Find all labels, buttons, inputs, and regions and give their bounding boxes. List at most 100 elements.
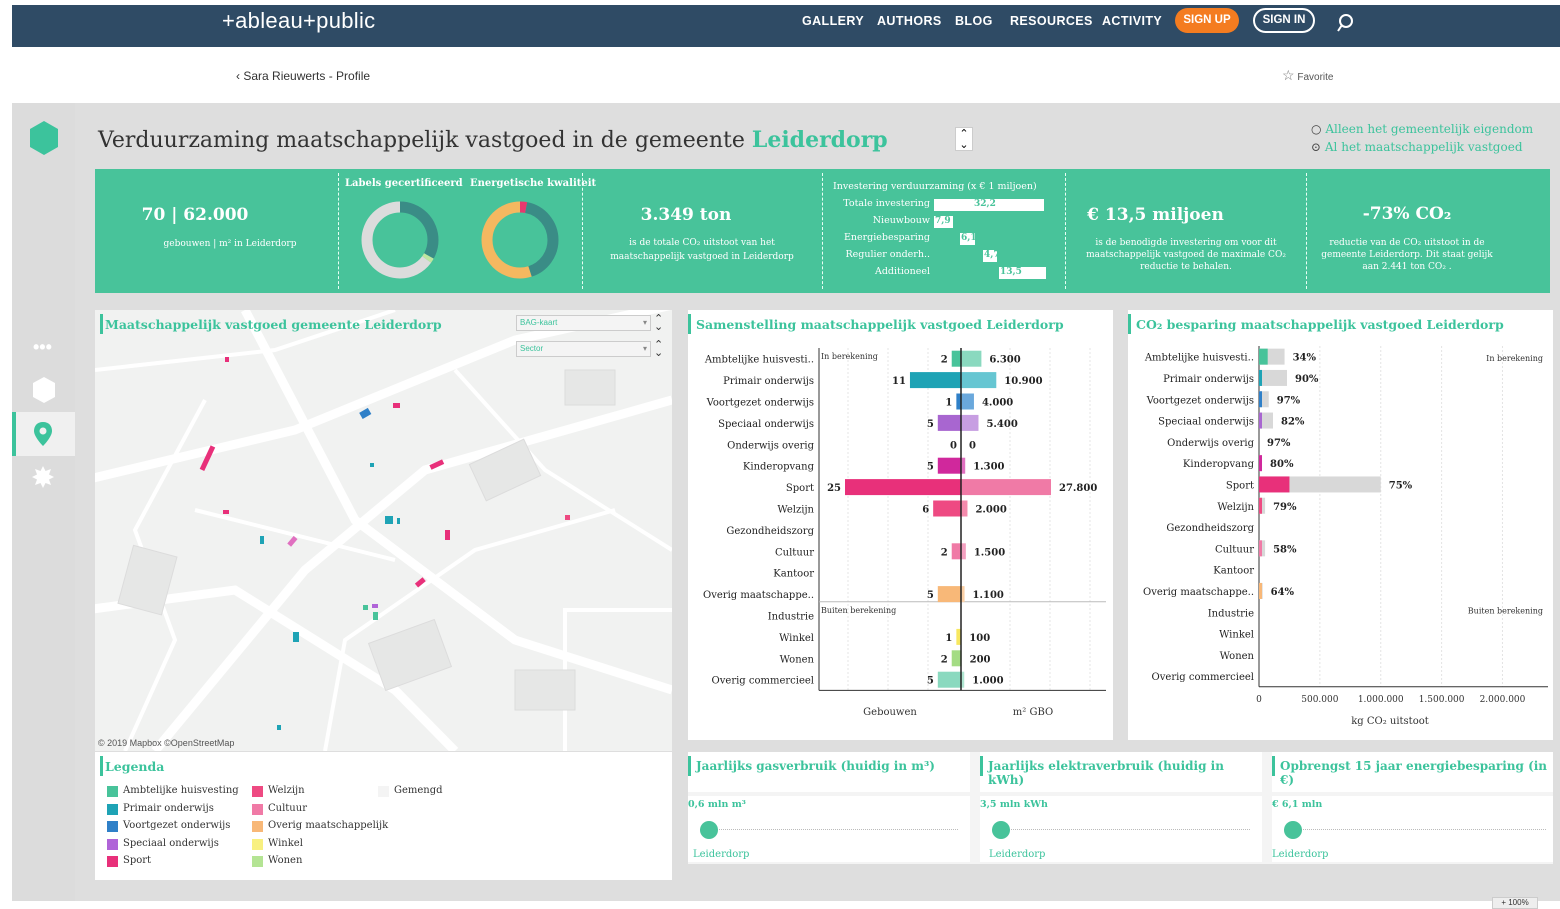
count-bar[interactable] <box>951 543 961 560</box>
kpi-co2-sub: is de totale CO₂ uitstoot van het <box>629 238 775 248</box>
count-label: 2 <box>941 654 948 665</box>
gear-icon[interactable] <box>32 466 54 488</box>
slider-yield-thumb[interactable] <box>1284 821 1302 839</box>
nav-activity-link[interactable]: ACTIVITY <box>1102 14 1162 28</box>
nav-gallery-link[interactable]: GALLERY <box>802 14 864 28</box>
basemap-stepper[interactable]: ⌃ ⌄ <box>654 313 663 332</box>
saving-bar[interactable] <box>1259 476 1290 493</box>
slider-gas-value: 0,6 mln m³ <box>688 799 746 810</box>
saving-bar[interactable] <box>1259 391 1262 408</box>
saving-bar[interactable] <box>1259 582 1262 599</box>
quality-donut-chart[interactable] <box>478 198 562 282</box>
co2-saving-title: CO₂ besparing maatschappelijk vastgoed L… <box>1136 317 1504 332</box>
co2-saving-bar-chart[interactable]: Ambtelijke huisvesti.. 34% Primair onderwi… <box>1128 340 1553 740</box>
count-bar[interactable] <box>933 500 961 517</box>
area-bar[interactable] <box>961 479 1051 496</box>
count-label: 11 <box>892 376 906 387</box>
nav-resources-link[interactable]: RESOURCES <box>1010 14 1093 28</box>
legend-item-label[interactable]: Gemengd <box>394 785 443 796</box>
count-bar[interactable] <box>951 350 961 367</box>
panel-accent <box>1272 756 1275 776</box>
count-bar[interactable] <box>937 586 961 603</box>
total-emission-bar[interactable] <box>1259 369 1287 386</box>
map-pin-icon[interactable] <box>33 421 53 447</box>
co2-saving-panel: CO₂ besparing maatschappelijk vastgoed L… <box>1128 310 1553 740</box>
legend-item-label[interactable]: Speciaal onderwijs <box>123 838 219 849</box>
sign-up-button[interactable]: SIGN UP <box>1175 8 1239 33</box>
slider-elec-location: Leiderdorp <box>989 849 1046 860</box>
legend-item-label[interactable]: Welzijn <box>268 785 305 796</box>
saving-bar[interactable] <box>1259 455 1262 472</box>
area-bar[interactable] <box>961 393 974 410</box>
basemap-dropdown[interactable]: BAG-kaart ▾ <box>516 315 651 331</box>
legend-item-label[interactable]: Wonen <box>268 855 302 866</box>
area-bar[interactable] <box>961 500 968 517</box>
radio-selected-icon: ⊙ <box>1311 140 1322 154</box>
count-bar[interactable] <box>937 457 961 474</box>
count-bar[interactable] <box>937 414 961 431</box>
count-label: 5 <box>927 676 934 687</box>
legend-swatch <box>378 786 389 797</box>
nav-authors-link[interactable]: AUTHORS <box>877 14 942 28</box>
category-label: Primair onderwijs <box>723 376 814 387</box>
map-markers[interactable] <box>95 310 672 751</box>
more-icon[interactable]: ••• <box>33 337 52 358</box>
scroll-stepper[interactable]: ⌃ ⌄ <box>955 127 973 151</box>
zoom-indicator[interactable]: + 100% <box>1492 897 1538 909</box>
legend-item-label[interactable]: Ambtelijke huisvesting <box>123 785 239 796</box>
slider-track[interactable] <box>700 829 958 830</box>
radio-own-property[interactable]: ○ Alleen het gemeentelijk eigendom <box>1311 122 1533 136</box>
legend-item-label[interactable]: Cultuur <box>268 803 307 814</box>
nav-blog-link[interactable]: BLOG <box>955 14 993 28</box>
saving-bar[interactable] <box>1259 369 1262 386</box>
pct-label: 82% <box>1281 417 1305 428</box>
labels-donut-chart[interactable] <box>358 198 442 282</box>
slider-yield-card: € 6,1 mln Leiderdorp <box>1272 796 1553 862</box>
chevron-down-icon: ▾ <box>642 318 647 327</box>
back-to-profile-link[interactable]: ‹ Sara Rieuwerts - Profile <box>236 69 370 83</box>
sector-stepper[interactable]: ⌃ ⌄ <box>654 339 663 358</box>
slider-track[interactable] <box>992 829 1250 830</box>
legend-item-label[interactable]: Overig maatschappelijk <box>268 820 388 831</box>
search-icon[interactable] <box>1336 13 1356 33</box>
pct-label: 79% <box>1273 502 1297 513</box>
area-bar[interactable] <box>961 414 979 431</box>
slider-track[interactable] <box>1284 829 1546 830</box>
area-bar[interactable] <box>961 350 982 367</box>
sector-dropdown[interactable]: Sector ▾ <box>516 341 651 357</box>
saving-bar[interactable] <box>1259 348 1268 365</box>
legend-item-label[interactable]: Voortgezet onderwijs <box>123 820 230 831</box>
investment-bar-chart: Totale investering 32,2 Nieuwbouw 7,9 Energi… <box>823 198 1063 288</box>
legend-item-label[interactable]: Winkel <box>268 838 303 849</box>
radio-all-property[interactable]: ⊙ Al het maatschappelijk vastgoed <box>1311 140 1523 154</box>
category-label: Kantoor <box>1213 566 1254 577</box>
slider-elec-thumb[interactable] <box>992 821 1010 839</box>
area-label: 200 <box>970 654 991 665</box>
hexagon-icon[interactable] <box>32 376 56 404</box>
count-bar[interactable] <box>845 479 961 496</box>
count-bar[interactable] <box>937 671 961 688</box>
legend-item-label[interactable]: Primair onderwijs <box>123 803 214 814</box>
saving-bar[interactable] <box>1259 497 1262 514</box>
divider <box>1065 173 1066 289</box>
sign-in-button[interactable]: SIGN IN <box>1253 8 1315 33</box>
composition-bar-chart[interactable]: Ambtelijke huisvesti.. 2 6.300 Primair onde… <box>688 340 1113 740</box>
legend-swatch <box>107 856 118 867</box>
category-label: Ambtelijke huisvesti.. <box>704 355 814 366</box>
area-label: 1.000 <box>972 676 1003 687</box>
legend-item-label[interactable]: Sport <box>123 855 151 866</box>
slider-elec-card: 3,5 mln kWh Leiderdorp <box>980 796 1262 862</box>
favorite-button[interactable]: ☆ Favorite <box>1282 67 1333 84</box>
pct-label: 64% <box>1271 587 1295 598</box>
tableau-public-logo[interactable]: +ableau+public <box>222 8 375 34</box>
slider-gas-thumb[interactable] <box>700 821 718 839</box>
area-label: 1.500 <box>974 547 1005 558</box>
pct-label: 97% <box>1277 395 1301 406</box>
kpi-reduction-sub: aan 2.441 ton CO₂ . <box>1362 262 1452 272</box>
map-panel[interactable]: Maatschappelijk vastgoed gemeente Leider… <box>95 310 672 751</box>
saving-bar[interactable] <box>1259 540 1262 557</box>
count-bar[interactable] <box>951 650 961 667</box>
area-bar[interactable] <box>961 372 997 389</box>
saving-bar[interactable] <box>1259 412 1262 429</box>
count-bar[interactable] <box>909 372 961 389</box>
